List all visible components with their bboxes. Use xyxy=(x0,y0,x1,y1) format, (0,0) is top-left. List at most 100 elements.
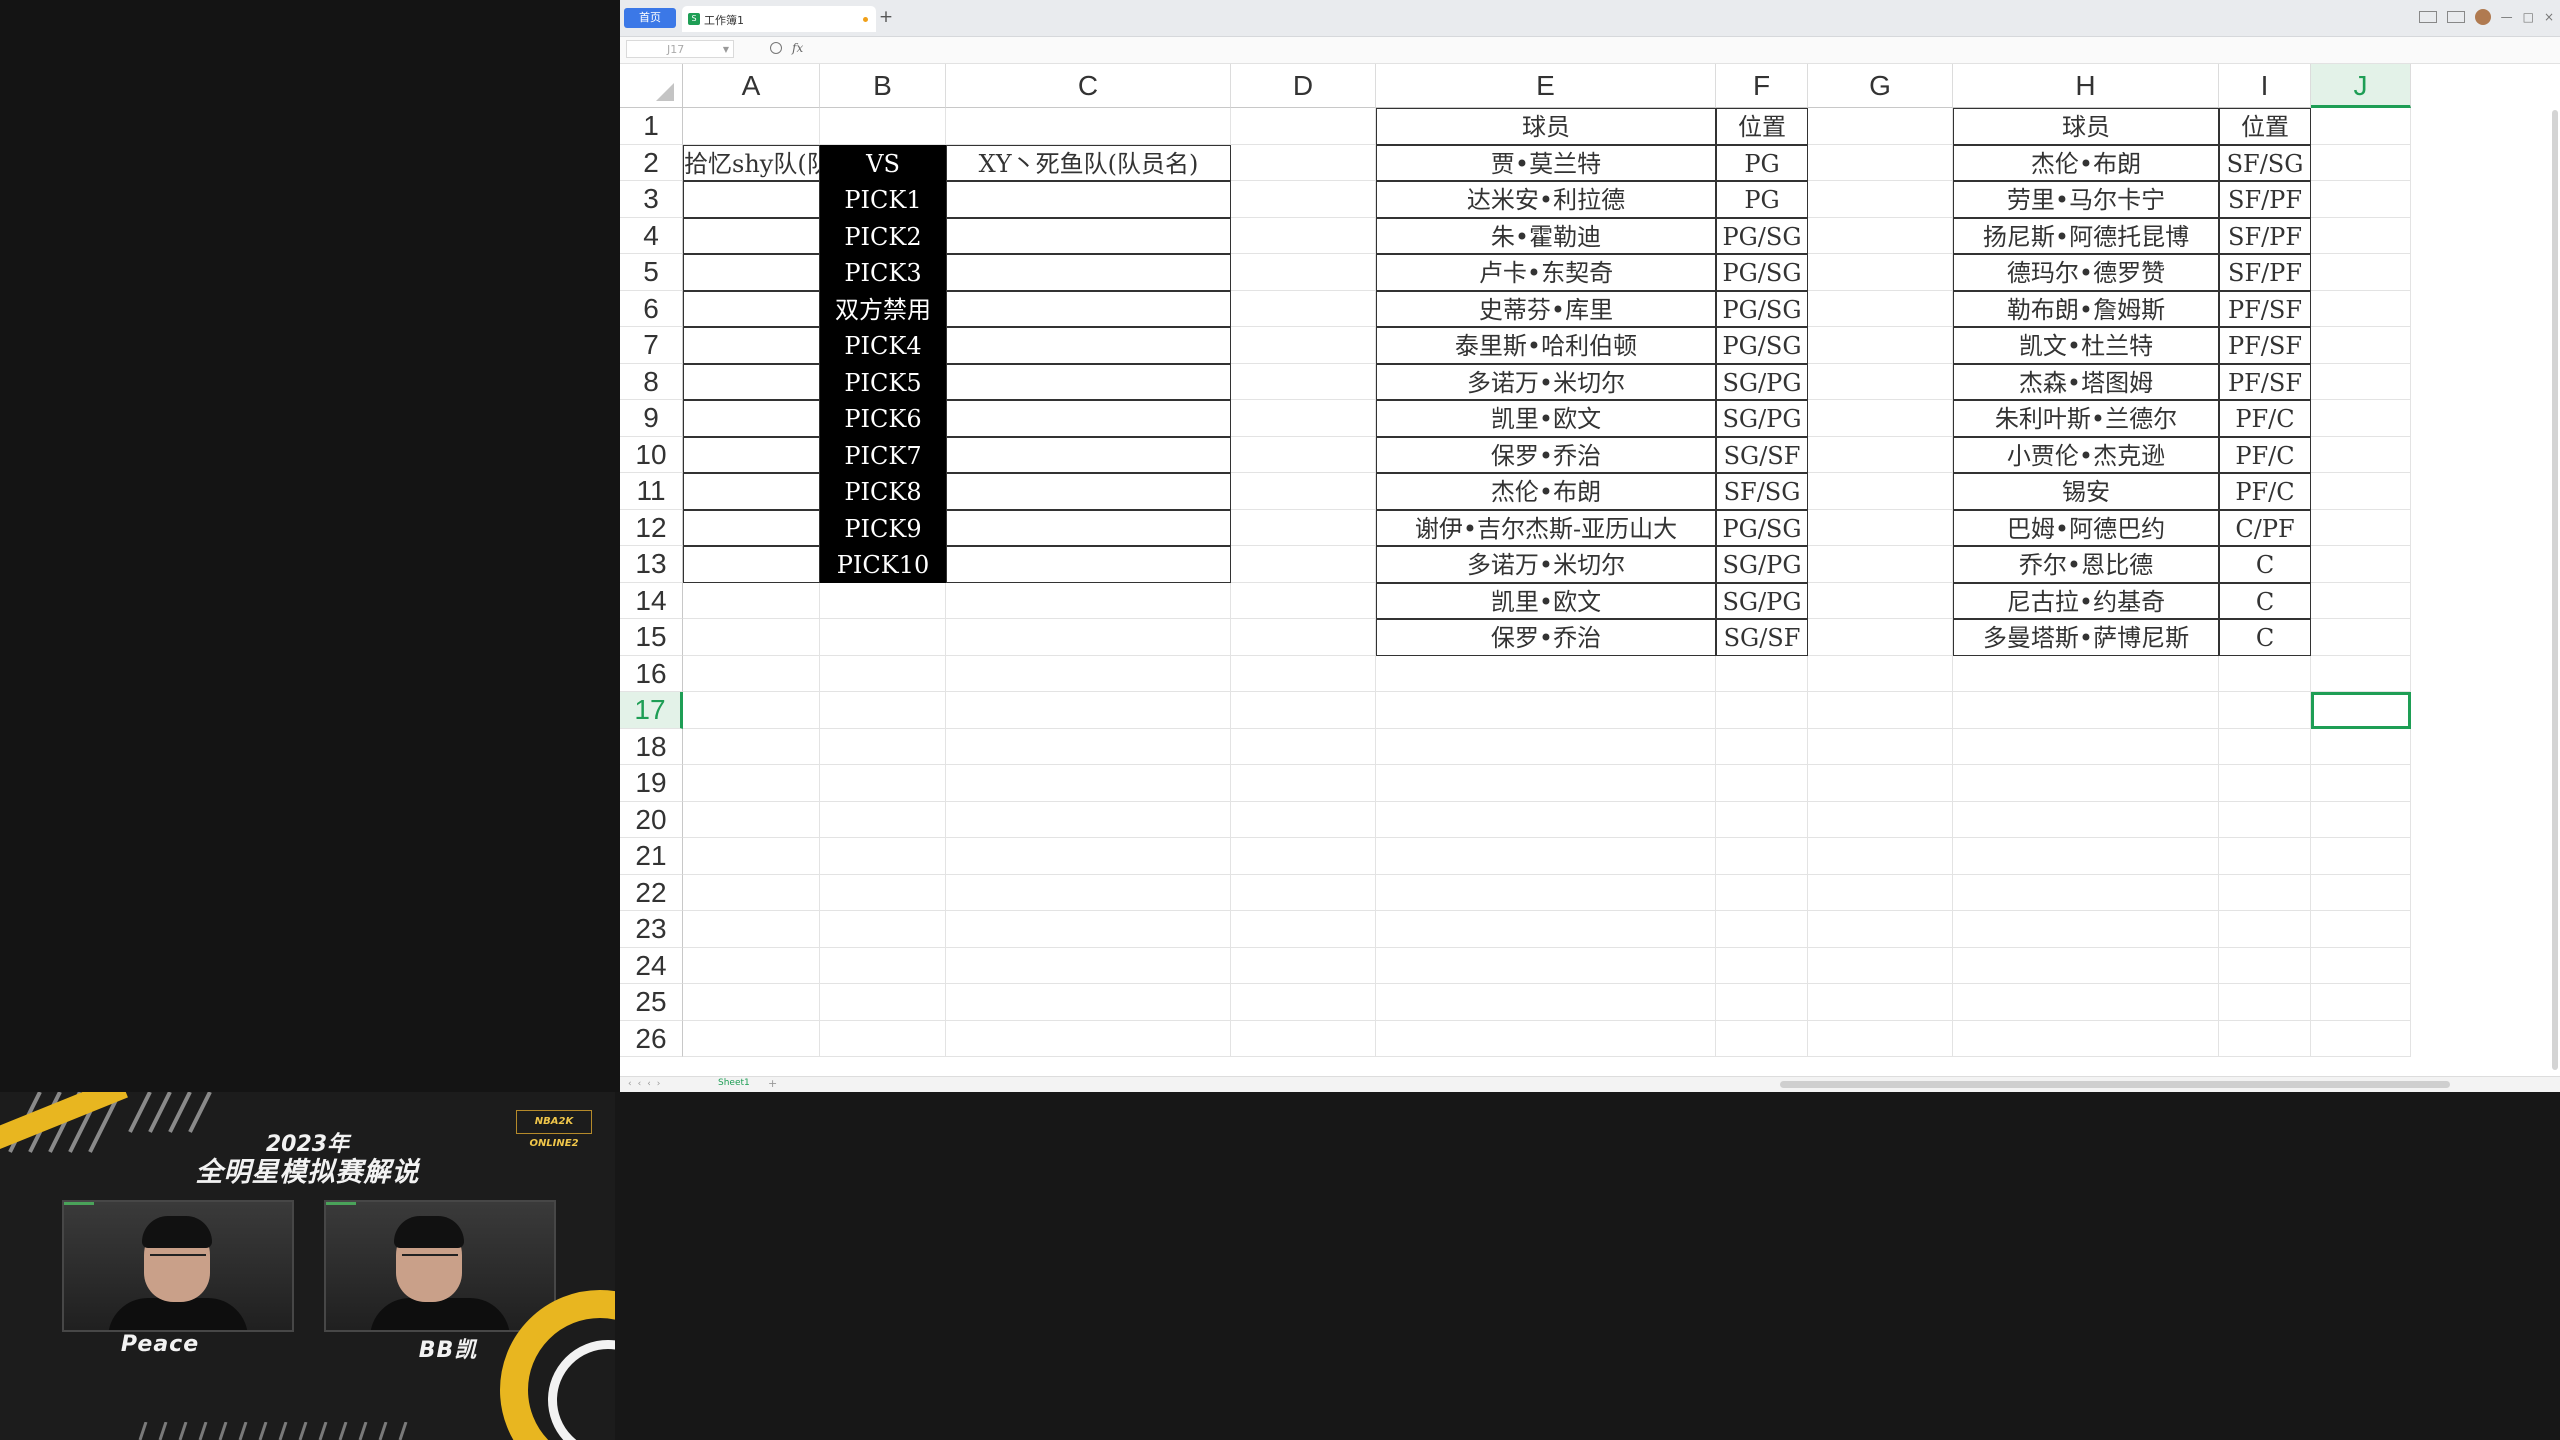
grid-cell[interactable] xyxy=(946,655,1231,692)
row-header-4[interactable]: 4 xyxy=(620,217,683,254)
grid-cell[interactable] xyxy=(1808,1020,1953,1057)
position-header[interactable]: 位置 xyxy=(1716,108,1808,145)
player-header[interactable]: 球员 xyxy=(1376,108,1716,145)
grid-cell[interactable] xyxy=(820,1020,946,1057)
grid-cell[interactable] xyxy=(820,582,946,619)
grid-cell[interactable] xyxy=(820,984,946,1021)
pick-label[interactable]: PICK9 xyxy=(820,509,946,546)
pick-label[interactable]: PICK2 xyxy=(820,217,946,254)
grid-cell[interactable] xyxy=(1808,728,1953,765)
grid-cell[interactable] xyxy=(1953,838,2219,875)
layout-icon[interactable] xyxy=(2418,11,2437,23)
grid-cell[interactable] xyxy=(2311,911,2411,948)
grid-cell[interactable] xyxy=(1376,911,1716,948)
row-header-2[interactable]: 2 xyxy=(620,144,683,181)
grid-cell[interactable] xyxy=(1231,217,1376,254)
grid-cell[interactable] xyxy=(1953,874,2219,911)
grid-cell[interactable] xyxy=(2219,692,2311,729)
grid-cell[interactable] xyxy=(1953,765,2219,802)
player-position[interactable]: PG xyxy=(1716,144,1808,181)
team-a-pick-cell[interactable] xyxy=(683,290,820,327)
grid-cell[interactable] xyxy=(946,947,1231,984)
column-header-d[interactable]: D xyxy=(1231,64,1376,108)
player-name[interactable]: 尼古拉•约基奇 xyxy=(1953,582,2219,619)
team-c-pick-cell[interactable] xyxy=(946,436,1231,473)
name-box[interactable]: J17 ▼ xyxy=(626,40,734,58)
grid-cell[interactable] xyxy=(1231,801,1376,838)
team-c-pick-cell[interactable] xyxy=(946,290,1231,327)
column-header-a[interactable]: A xyxy=(683,64,820,108)
grid-cell[interactable] xyxy=(1808,546,1953,583)
grid-cell[interactable] xyxy=(1953,1020,2219,1057)
row-header-6[interactable]: 6 xyxy=(620,290,683,327)
grid-cell[interactable] xyxy=(1231,911,1376,948)
grid-cell[interactable] xyxy=(2219,984,2311,1021)
grid-cell[interactable] xyxy=(2311,655,2411,692)
grid-cell[interactable] xyxy=(946,1020,1231,1057)
grid-cell[interactable] xyxy=(1808,582,1953,619)
grid-cell[interactable] xyxy=(946,692,1231,729)
grid-cell[interactable] xyxy=(1716,655,1808,692)
grid-cell[interactable] xyxy=(1231,984,1376,1021)
team-a-pick-cell[interactable] xyxy=(683,181,820,218)
grid-cell[interactable] xyxy=(1808,254,1953,291)
row-header-3[interactable]: 3 xyxy=(620,181,683,218)
player-name[interactable]: 扬尼斯•阿德托昆博 xyxy=(1953,217,2219,254)
column-header-g[interactable]: G xyxy=(1808,64,1953,108)
player-position[interactable]: SF/PF xyxy=(2219,181,2311,218)
grid-cell[interactable] xyxy=(820,801,946,838)
row-header-12[interactable]: 12 xyxy=(620,509,683,546)
chevron-down-icon[interactable]: ▼ xyxy=(723,41,729,59)
grid-cell[interactable] xyxy=(2219,947,2311,984)
grid-cell[interactable] xyxy=(946,108,1231,145)
player-position[interactable]: SG/PG xyxy=(1716,363,1808,400)
grid-cell[interactable] xyxy=(2311,765,2411,802)
column-header-f[interactable]: F xyxy=(1716,64,1808,108)
grid-cell[interactable] xyxy=(2311,290,2411,327)
grid-cell[interactable] xyxy=(1953,655,2219,692)
player-name[interactable]: 杰伦•布朗 xyxy=(1953,144,2219,181)
pick-label[interactable]: PICK1 xyxy=(820,181,946,218)
grid-cell[interactable] xyxy=(1376,765,1716,802)
maximize-icon[interactable]: □ xyxy=(2523,10,2534,24)
grid-cell[interactable] xyxy=(1808,984,1953,1021)
grid-cell[interactable] xyxy=(1808,290,1953,327)
grid-cell[interactable] xyxy=(683,838,820,875)
player-position[interactable]: SF/PF xyxy=(2219,254,2311,291)
grid-cell[interactable] xyxy=(1716,984,1808,1021)
column-header-h[interactable]: H xyxy=(1953,64,2219,108)
sheet-grid[interactable]: A B C D E F G H I J 1 2 3 4 5 6 7 8 9 10 11 12 13 14 15 16 17 18 19 2… xyxy=(620,64,2560,1076)
grid-cell[interactable] xyxy=(946,911,1231,948)
grid-cell[interactable] xyxy=(1953,692,2219,729)
document-tab[interactable]: S 工作簿1 xyxy=(682,6,876,32)
grid-cell[interactable] xyxy=(1231,400,1376,437)
player-name[interactable]: 卢卡•东契奇 xyxy=(1376,254,1716,291)
player-position[interactable]: PF/C xyxy=(2219,436,2311,473)
grid-cell[interactable] xyxy=(1716,911,1808,948)
grid-cell[interactable] xyxy=(820,728,946,765)
grid-cell[interactable] xyxy=(2219,1020,2311,1057)
row-header-24[interactable]: 24 xyxy=(620,947,683,984)
player-name[interactable]: 史蒂芬•库里 xyxy=(1376,290,1716,327)
grid-cell[interactable] xyxy=(820,874,946,911)
grid-cell[interactable] xyxy=(1808,838,1953,875)
grid-cell[interactable] xyxy=(1231,509,1376,546)
grid-cell[interactable] xyxy=(1231,765,1376,802)
grid-view-icon[interactable] xyxy=(2446,11,2465,23)
avatar[interactable] xyxy=(2474,9,2491,25)
grid-cell[interactable] xyxy=(1808,144,1953,181)
player-name[interactable]: 泰里斯•哈利伯顿 xyxy=(1376,327,1716,364)
player-position[interactable]: SG/PG xyxy=(1716,546,1808,583)
grid-cell[interactable] xyxy=(683,692,820,729)
grid-cell[interactable] xyxy=(2311,436,2411,473)
grid-cell[interactable] xyxy=(683,582,820,619)
zoom-icon[interactable] xyxy=(770,42,782,54)
player-header[interactable]: 球员 xyxy=(1953,108,2219,145)
grid-cell[interactable] xyxy=(683,947,820,984)
row-header-1[interactable]: 1 xyxy=(620,108,683,145)
grid-cell[interactable] xyxy=(946,619,1231,656)
grid-cell[interactable] xyxy=(683,874,820,911)
player-position[interactable]: PF/C xyxy=(2219,400,2311,437)
player-position[interactable]: SG/PG xyxy=(1716,400,1808,437)
grid-cell[interactable] xyxy=(1953,801,2219,838)
